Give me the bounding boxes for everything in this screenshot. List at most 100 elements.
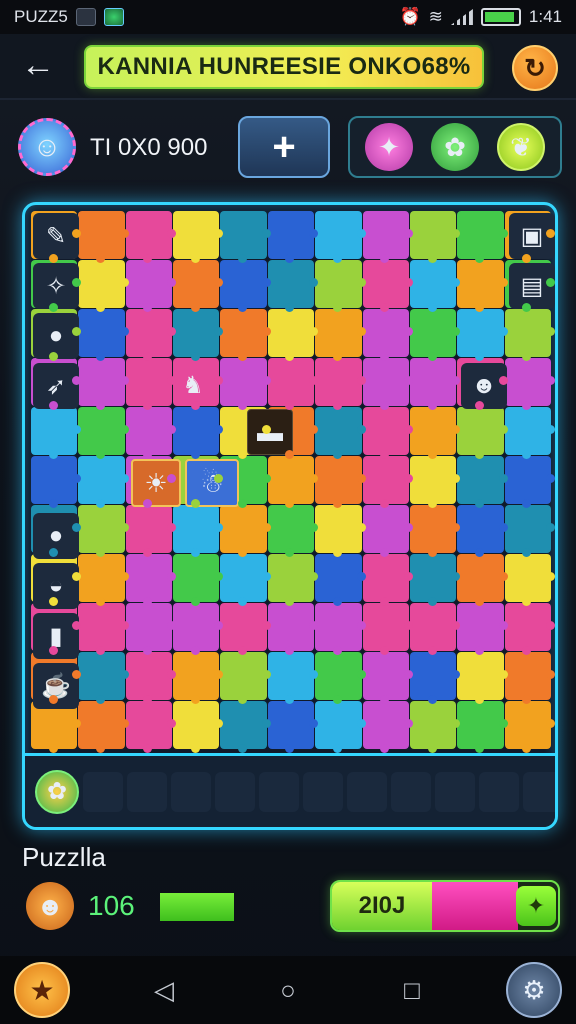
mouse-piece-icon[interactable]: ✧ [33,263,79,309]
puzzle-tile[interactable] [315,260,366,312]
puzzle-tile[interactable] [315,603,366,655]
recents-square-icon[interactable]: □ [396,974,428,1006]
puzzle-tile[interactable] [267,554,319,606]
puzzle-tile[interactable] [315,407,366,459]
puzzle-tile[interactable] [457,211,509,263]
puzzle-tile[interactable] [267,456,319,508]
puzzle-tile[interactable] [504,505,555,557]
puzzle-settings-icon[interactable]: ⚙ [506,962,562,1018]
tray-slot[interactable] [435,771,475,812]
puzzle-tile[interactable] [267,652,319,704]
puzzle-tile[interactable] [362,211,414,263]
puzzle-tile[interactable] [173,309,224,361]
player-avatar[interactable]: ☺ [18,118,76,176]
tray-slot[interactable] [83,771,123,812]
puzzle-tile[interactable] [125,505,177,557]
puzzle-tile[interactable] [220,358,272,410]
puzzle-tile[interactable] [409,456,461,508]
puzzle-tile[interactable] [78,652,130,704]
puzzle-tile[interactable] [504,701,555,753]
puzzle-tile[interactable] [457,505,509,557]
favorites-star-icon[interactable]: ★ [14,962,70,1018]
tray-slot[interactable] [479,771,519,812]
puzzle-tile[interactable] [457,554,509,606]
tray-slot[interactable] [171,771,211,812]
flower-icon[interactable]: ✿ [35,769,79,814]
puzzle-tile[interactable] [78,554,130,606]
puzzle-tile[interactable] [31,456,82,508]
puzzle-tile[interactable] [457,603,509,655]
puzzle-tile[interactable] [362,554,414,606]
tray-slot[interactable] [127,771,167,812]
puzzle-tile[interactable] [267,309,319,361]
puzzle-tile[interactable] [315,505,366,557]
puzzle-tile[interactable] [457,652,509,704]
puzzle-tile[interactable] [220,309,272,361]
puzzle-tile[interactable] [457,407,509,459]
puzzle-tile[interactable] [125,603,177,655]
puzzle-tile[interactable] [409,309,461,361]
puzzle-tile[interactable] [362,456,414,508]
back-arrow-icon[interactable]: ← [18,48,58,84]
puzzle-tile[interactable] [362,603,414,655]
puzzle-tile[interactable] [173,505,224,557]
puzzle-tile[interactable] [362,309,414,361]
puzzle-tile[interactable] [267,211,319,263]
puzzle-tile[interactable] [457,260,509,312]
puzzle-tile[interactable] [362,701,414,753]
puzzle-tile[interactable] [315,701,366,753]
puzzle-tile[interactable] [125,211,177,263]
puzzle-tile[interactable] [362,652,414,704]
puzzle-tile[interactable] [267,701,319,753]
puzzle-tile[interactable] [315,358,366,410]
puzzle-tile[interactable] [220,554,272,606]
back-triangle-icon[interactable]: ◁ [148,974,180,1006]
puzzle-tile[interactable] [504,309,555,361]
puzzle-tile[interactable] [315,456,366,508]
puzzle-tile[interactable] [78,358,130,410]
puzzle-tile[interactable] [220,211,272,263]
puzzle-tile[interactable] [78,407,130,459]
puzzle-tile[interactable] [409,603,461,655]
horse-piece-icon[interactable]: ♞ [173,365,213,405]
puzzle-tile[interactable] [267,603,319,655]
puzzle-tile[interactable] [125,701,177,753]
puzzle-tile[interactable] [173,407,224,459]
green-dino-icon[interactable]: ✿ [431,123,479,171]
puzzle-tile[interactable] [409,554,461,606]
puzzle-tile[interactable] [315,211,366,263]
refresh-icon[interactable]: ↻ [512,45,558,91]
puzzle-tile[interactable] [362,505,414,557]
puzzle-tile[interactable] [504,407,555,459]
puzzle-tile[interactable] [78,505,130,557]
home-circle-icon[interactable]: ○ [272,974,304,1006]
puzzle-tile[interactable] [173,652,224,704]
puzzle-tile[interactable] [125,358,177,410]
puzzle-tile[interactable] [173,603,224,655]
puzzle-tile[interactable] [220,652,272,704]
puzzle-tile[interactable] [409,260,461,312]
tray-slot[interactable] [391,771,431,812]
tray-slot[interactable] [347,771,387,812]
pink-monster-icon[interactable]: ✦ [365,123,413,171]
puzzle-tile[interactable] [220,701,272,753]
puzzle-tile[interactable] [173,260,224,312]
puzzle-tile[interactable] [267,505,319,557]
puzzle-tile[interactable] [78,211,130,263]
tray-slot[interactable] [259,771,299,812]
puzzle-tile[interactable] [362,358,414,410]
puzzle-tile[interactable] [173,211,224,263]
puzzle-tile[interactable] [78,701,130,753]
puzzle-tile[interactable] [78,260,130,312]
puzzle-tile[interactable] [315,652,366,704]
puzzle-tile[interactable] [409,652,461,704]
puzzle-tile[interactable] [409,701,461,753]
tray-slot[interactable] [303,771,343,812]
selected-piece-fox[interactable]: ☀ [131,459,181,507]
puzzle-tile[interactable] [78,603,130,655]
puzzle-tile[interactable] [504,652,555,704]
star-boost-icon[interactable]: ✦ [516,886,556,926]
puzzle-tile[interactable] [315,554,366,606]
puzzle-tile[interactable] [409,505,461,557]
puzzle-tile[interactable] [125,309,177,361]
